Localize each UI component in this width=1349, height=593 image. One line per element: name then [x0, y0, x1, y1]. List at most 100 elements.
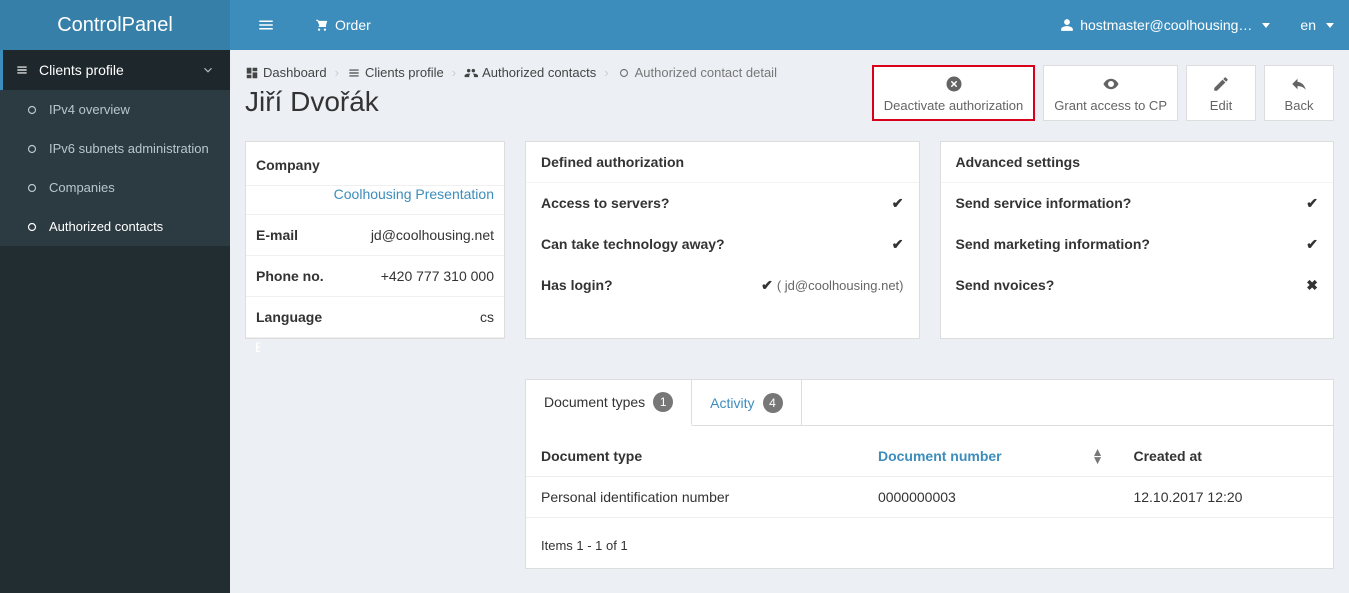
- info-company-label: Company: [246, 142, 344, 186]
- info-phone-value: +420 777 310 000: [344, 256, 504, 297]
- auth-access-servers-label: Access to servers?: [541, 195, 669, 212]
- info-email-value: jd@coolhousing.net: [344, 215, 504, 256]
- cart-icon: [315, 18, 329, 32]
- company-link[interactable]: Coolhousing Presentation: [334, 186, 494, 202]
- tab-documents-label: Document types: [544, 394, 645, 410]
- info-language-label: Language: [246, 297, 344, 338]
- th-created-at: Created at: [1118, 436, 1333, 477]
- users-icon: [464, 66, 478, 80]
- grant-access-button[interactable]: Grant access to CP: [1043, 65, 1178, 121]
- sidebar-item-clients-profile[interactable]: Clients profile: [0, 50, 230, 90]
- reply-icon: [1290, 75, 1308, 94]
- back-button[interactable]: Back: [1264, 65, 1334, 121]
- list-icon: [15, 63, 29, 77]
- check-icon: [892, 236, 904, 253]
- dashboard-icon: [245, 66, 259, 80]
- tabs: Document types 1 Activity 4: [526, 380, 1333, 426]
- times-circle-icon: [945, 75, 963, 94]
- adv-invoices-label: Send nvoices?: [956, 277, 1055, 294]
- info-phone-label: Phone no.: [246, 256, 344, 297]
- breadcrumb: Dashboard › Clients profile › Authorized…: [245, 65, 852, 80]
- adv-service-info-label: Send service information?: [956, 195, 1132, 212]
- cell-created-at: 12.10.2017 12:20: [1118, 477, 1333, 518]
- sort-icon: ▲▼: [1092, 448, 1104, 464]
- nav-user-label: hostmaster@coolhousing…: [1080, 17, 1252, 33]
- sidebar-ipv4-label: IPv4 overview: [49, 102, 215, 117]
- tabs-box: Document types 1 Activity 4 Document typ…: [525, 379, 1334, 569]
- nav-lang-label: en: [1300, 17, 1316, 33]
- main-content: Dashboard › Clients profile › Authorized…: [230, 50, 1349, 593]
- crumb-dashboard[interactable]: Dashboard: [245, 65, 327, 80]
- pencil-icon: [1212, 75, 1230, 94]
- edit-label: Edit: [1210, 98, 1232, 113]
- cross-icon: [1306, 277, 1318, 294]
- top-navbar: ControlPanel Order hostmaster@coolhousin…: [0, 0, 1349, 50]
- caret-down-icon: [1326, 23, 1334, 28]
- th-document-number[interactable]: Document number▲▼: [863, 436, 1119, 477]
- adv-marketing-info-label: Send marketing information?: [956, 236, 1150, 253]
- nav-lang-menu[interactable]: en: [1285, 5, 1349, 45]
- info-email-label: E-mail: [246, 215, 344, 256]
- check-icon: [1306, 195, 1318, 212]
- circle-icon: [25, 181, 39, 195]
- list-icon: [347, 66, 361, 80]
- deactivate-label: Deactivate authorization: [884, 98, 1023, 113]
- sidebar: Dashboard Clients profile IPv4 overview …: [0, 50, 230, 593]
- sidebar-item-authorized-contacts[interactable]: Authorized contacts: [0, 207, 230, 246]
- nav-order-label: Order: [335, 17, 371, 33]
- contact-info-box: Company Coolhousing Presentation E-mailj…: [245, 141, 505, 339]
- back-label: Back: [1285, 98, 1314, 113]
- check-icon: [761, 277, 773, 294]
- content-header: Dashboard › Clients profile › Authorized…: [245, 65, 1334, 121]
- info-language-value: cs: [344, 297, 504, 338]
- crumb-sep: ›: [335, 65, 339, 80]
- user-icon: [1060, 18, 1074, 32]
- circle-icon: [25, 103, 39, 117]
- nav-order[interactable]: Order: [300, 5, 386, 45]
- table-row: Personal identification number 000000000…: [526, 477, 1333, 518]
- table-footer: Items 1 - 1 of 1: [526, 528, 1333, 568]
- crumb-sep: ›: [452, 65, 456, 80]
- page-title: Jiří Dvořák: [245, 86, 852, 118]
- check-icon: [1306, 236, 1318, 253]
- auth-has-login-label: Has login?: [541, 277, 613, 294]
- tab-activity-badge: 4: [763, 393, 783, 413]
- sidebar-clients-profile-label: Clients profile: [39, 62, 201, 78]
- advanced-title: Advanced settings: [941, 142, 1334, 183]
- deactivate-authorization-button[interactable]: Deactivate authorization: [872, 65, 1035, 121]
- grant-label: Grant access to CP: [1054, 98, 1167, 113]
- tab-activity[interactable]: Activity 4: [692, 380, 801, 425]
- sidebar-ipv6-label: IPv6 subnets administration: [49, 141, 215, 156]
- sidebar-toggle[interactable]: [242, 6, 290, 45]
- check-icon: [892, 195, 904, 212]
- brand-logo[interactable]: ControlPanel: [0, 0, 230, 50]
- crumb-clients-profile[interactable]: Clients profile: [347, 65, 444, 80]
- action-buttons: Deactivate authorization Grant access to…: [872, 65, 1334, 121]
- eye-icon: [1102, 75, 1120, 94]
- tab-documents-badge: 1: [653, 392, 673, 412]
- circle-icon: [25, 142, 39, 156]
- cell-doc-type: Personal identification number: [526, 477, 863, 518]
- sidebar-item-companies[interactable]: Companies: [0, 168, 230, 207]
- documents-table: Document type Document number▲▼ Created …: [526, 436, 1333, 518]
- crumb-sep: ›: [604, 65, 608, 80]
- auth-has-login-extra: ( jd@coolhousing.net): [777, 278, 904, 293]
- crumb-authorized-contacts[interactable]: Authorized contacts: [464, 65, 596, 80]
- sidebar-item-ipv6[interactable]: IPv6 subnets administration: [0, 129, 230, 168]
- advanced-settings-box: Advanced settings Send service informati…: [940, 141, 1335, 339]
- th-document-type: Document type: [526, 436, 863, 477]
- bars-icon: [257, 16, 275, 34]
- brand-text: ControlPanel: [57, 14, 173, 37]
- tab-activity-label: Activity: [710, 395, 754, 411]
- circle-icon: [25, 220, 39, 234]
- nav-user-menu[interactable]: hostmaster@coolhousing…: [1045, 5, 1285, 45]
- auth-take-tech-label: Can take technology away?: [541, 236, 725, 253]
- sidebar-item-ipv4[interactable]: IPv4 overview: [0, 90, 230, 129]
- sidebar-sub-clients: IPv4 overview IPv6 subnets administratio…: [0, 90, 230, 246]
- chevron-down-icon: [201, 63, 215, 77]
- sidebar-companies-label: Companies: [49, 180, 215, 195]
- edit-button[interactable]: Edit: [1186, 65, 1256, 121]
- tab-document-types[interactable]: Document types 1: [526, 380, 692, 426]
- crumb-detail: Authorized contact detail: [617, 65, 777, 80]
- defined-auth-title: Defined authorization: [526, 142, 919, 183]
